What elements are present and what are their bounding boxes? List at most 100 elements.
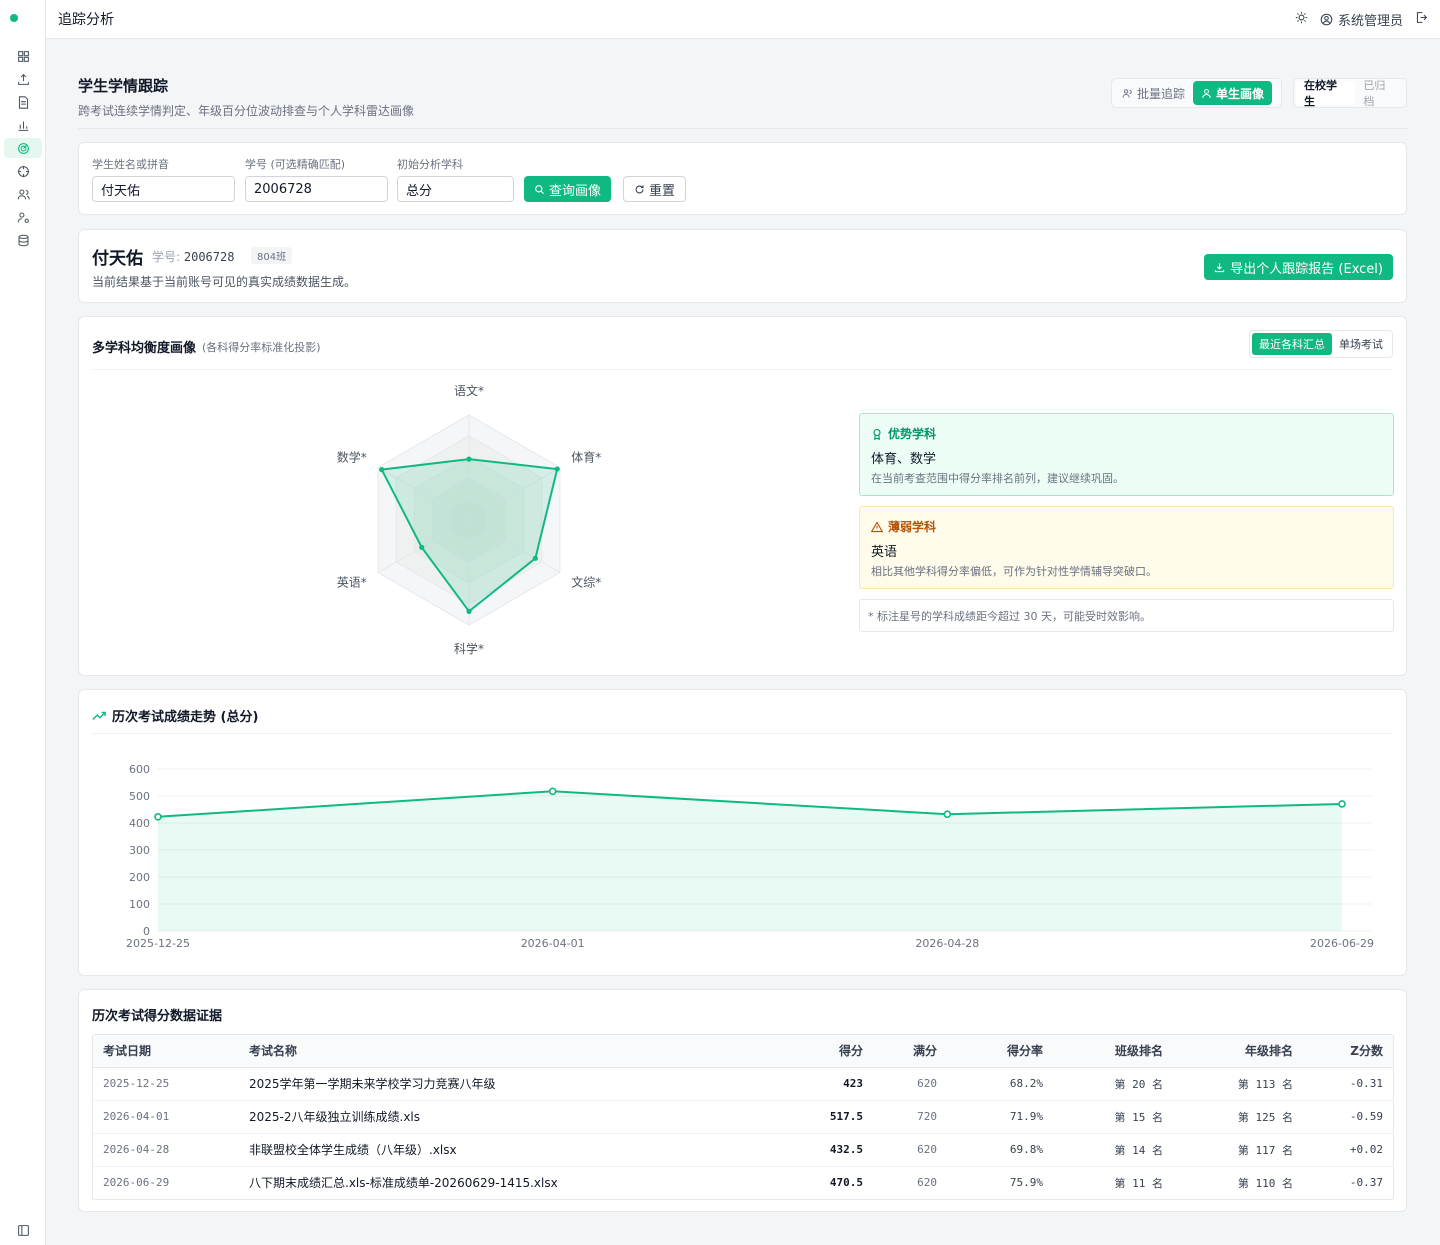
cell-full: 620 [917, 1176, 937, 1190]
mode-single-tab[interactable]: 单生画像 [1193, 81, 1273, 105]
cell-score: 470.5 [829, 1176, 863, 1190]
dashboard-icon[interactable] [4, 46, 42, 66]
trend-point [943, 810, 952, 819]
mode-single-label: 单生画像 [1216, 86, 1265, 101]
radar-point [466, 608, 472, 614]
th-date: 考试日期 [93, 1035, 239, 1068]
radar-title: 多学科均衡度画像 (各科得分率标准化投影) [92, 337, 321, 357]
radar-icon[interactable] [4, 138, 42, 158]
tab-recent-summary[interactable]: 最近各科汇总 [1252, 333, 1332, 355]
subject-label: 初始分析学科 [397, 158, 463, 171]
strong-desc: 在当前考查范围中得分率排名前列，建议继续巩固。 [871, 472, 1124, 485]
trend-y-tick: 300 [129, 844, 150, 857]
download-icon [1215, 262, 1225, 272]
cell-zscore: -0.59 [1303, 1100, 1393, 1134]
trend-point [548, 787, 557, 796]
id-label: 学号 (可选精确匹配) [245, 158, 346, 171]
radar-point [419, 544, 425, 550]
table-row: 2025-12-25 2025学年第一学期未来学校学习力竞赛八年级 423 620 68… [93, 1067, 1393, 1101]
cell-rate: 71.9% [947, 1100, 1053, 1134]
scope-archived-tab[interactable]: 已归档 [1355, 79, 1404, 108]
profile-card: 付天佑 学号: 2006728 804班 当前结果基于当前账号可见的真实成绩数据… [78, 229, 1407, 303]
id-input[interactable]: 2006728 [245, 176, 388, 202]
student-id-value: 2006728 [183, 250, 235, 264]
cell-zscore: -0.37 [1349, 1176, 1383, 1190]
cell-date: 2026-06-29 [103, 1176, 170, 1190]
strong-title: 优势学科 [888, 427, 937, 441]
bar-chart-icon[interactable] [4, 115, 42, 135]
radar-axis-label: 文综* [571, 575, 601, 590]
search-icon [535, 184, 545, 194]
page-header: 学生学情跟踪 跨考试连续学情判定、年级百分位波动排查与个人学科雷达画像 批量追踪… [78, 70, 1407, 129]
document-icon[interactable] [4, 92, 42, 112]
award-icon [873, 428, 881, 440]
warning-icon [871, 520, 883, 532]
radar-point [379, 467, 385, 473]
name-input[interactable]: 付天佑 [92, 176, 235, 202]
profile-note: 当前结果基于当前账号可见的真实成绩数据生成。 [92, 275, 357, 289]
sidebar [0, 0, 46, 1245]
weak-header: 薄弱学科 [871, 518, 936, 535]
topbar-actions: 系统管理员 [1295, 10, 1428, 29]
user-settings-icon[interactable] [4, 207, 42, 227]
scope-active-tab[interactable]: 在校学生 [1296, 79, 1356, 108]
trend-x-tick: 2026-04-01 [521, 937, 585, 950]
export-report-button[interactable]: 导出个人跟踪报告 (Excel) [1204, 254, 1393, 280]
cell-class-rank: 第 20 名 [1053, 1067, 1173, 1101]
student-id: 学号: 2006728 [152, 248, 234, 265]
mode-batch-tab[interactable]: 批量追踪 [1114, 81, 1193, 105]
topbar: 追踪分析 系统管理员 [46, 0, 1440, 39]
cell-date: 2026-04-28 [93, 1133, 239, 1167]
radar-axis-label: 语文* [454, 383, 484, 398]
cell-exam-name: 2025学年第一学期未来学校学习力竞赛八年级 [239, 1067, 773, 1101]
cell-rate: 69.8% [947, 1133, 1053, 1167]
target-icon[interactable] [4, 161, 42, 181]
cell-exam-name: 非联盟校全体学生成绩（八年级）.xlsx [239, 1133, 773, 1167]
weak-value: 英语 [871, 545, 898, 560]
upload-icon[interactable] [4, 69, 42, 89]
user-menu[interactable]: 系统管理员 [1320, 10, 1403, 29]
table-row: 2026-04-01 2025-2八年级独立训练成绩.xls 517.5 720 71.… [93, 1100, 1393, 1134]
evidence-card: 历次考试得分数据证据 考试日期 考试名称 得分 满分 得分率 班级排名 年级排名… [78, 989, 1407, 1212]
tab-single-exam[interactable]: 单场考试 [1332, 333, 1390, 355]
trend-title-text: 历次考试成绩走势 (总分) [112, 710, 259, 725]
subject-select[interactable]: 总分 [397, 176, 514, 202]
sidebar-nav [0, 46, 46, 253]
trend-x-tick: 2026-04-28 [915, 937, 979, 950]
collapse-sidebar-icon[interactable] [0, 1224, 46, 1237]
evidence-table: 考试日期 考试名称 得分 满分 得分率 班级排名 年级排名 Z分数 2025-1… [92, 1034, 1394, 1200]
table-header-row: 考试日期 考试名称 得分 满分 得分率 班级排名 年级排名 Z分数 [93, 1035, 1393, 1068]
cell-class-rank: 第 15 名 [1053, 1100, 1173, 1134]
radar-footnote: * 标注星号的学科成绩距今超过 30 天，可能受时效影响。 [859, 599, 1394, 632]
cell-exam-name: 八下期末成绩汇总.xls-标准成绩单-20260629-1415.xlsx [249, 1176, 558, 1191]
strong-value: 体育、数学 [871, 452, 937, 467]
theme-toggle-icon[interactable] [1295, 11, 1308, 28]
logout-icon[interactable] [1415, 11, 1428, 28]
radar-divider [92, 369, 1393, 370]
reset-button[interactable]: 重置 [623, 176, 687, 202]
reset-label: 重置 [649, 183, 676, 199]
radar-card: 多学科均衡度画像 (各科得分率标准化投影) 最近各科汇总 单场考试 语文* 体育*… [78, 316, 1407, 676]
refresh-icon [635, 184, 644, 193]
trend-y-tick: 600 [129, 763, 150, 776]
trend-card: 历次考试成绩走势 (总分) 0 100 200 300 400 500 600 2025-12… [78, 689, 1407, 976]
radar-tabs: 最近各科汇总 单场考试 [1249, 330, 1393, 358]
cell-score: 423 [773, 1067, 873, 1101]
trend-x-tick: 2026-06-29 [1310, 937, 1374, 950]
trend-chart: 01002003004005006002025-12-25 2026-04-01 2… [126, 763, 1374, 950]
table-title: 历次考试得分数据证据 [92, 1009, 223, 1024]
logo-dot [10, 14, 18, 22]
cell-full: 620 [873, 1067, 947, 1101]
query-button[interactable]: 查询画像 [524, 176, 612, 202]
weak-subjects-panel: 薄弱学科 英语 相比其他学科得分率偏低，可作为针对性学情辅导突破口。 [859, 506, 1394, 589]
database-icon[interactable] [4, 230, 42, 250]
trend-x-tick: 2025-12-25 [126, 937, 190, 950]
radar-axis-label: 科学* [454, 641, 484, 656]
cell-full: 720 [873, 1100, 947, 1134]
trend-y-tick: 500 [129, 790, 150, 803]
radar-axis-label: 数学* [337, 450, 367, 465]
users-icon[interactable] [4, 184, 42, 204]
name-label: 学生姓名或拼音 [92, 158, 169, 171]
radar-point [532, 555, 538, 561]
radar-hint: (各科得分率标准化投影) [202, 340, 321, 354]
